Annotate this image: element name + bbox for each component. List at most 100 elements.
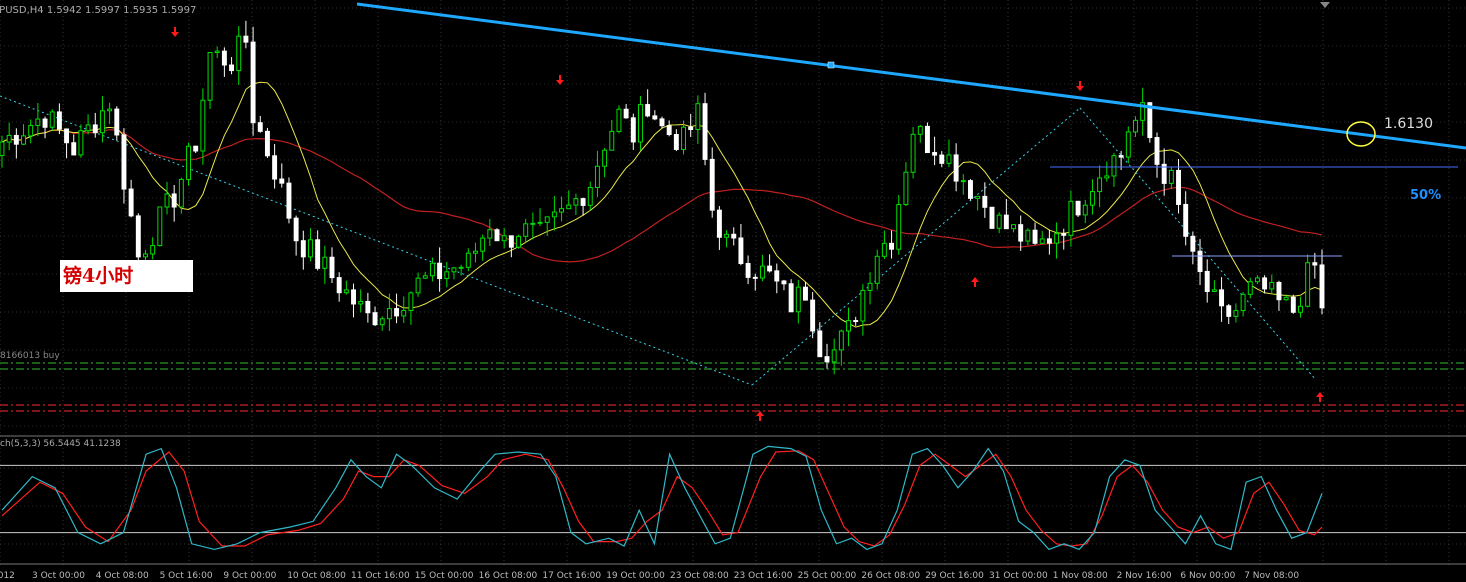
candle-body <box>99 110 105 134</box>
candle-body <box>214 50 220 54</box>
arrow-down-icon <box>171 27 179 37</box>
candle-body <box>501 235 507 242</box>
candle-body <box>523 223 529 237</box>
horizontal-levels <box>0 362 1466 412</box>
candle-body <box>917 125 923 135</box>
candle-body <box>200 99 206 152</box>
candle-body <box>982 195 988 208</box>
time-axis-label: 6 Nov 00:00 <box>1180 571 1235 581</box>
candle-body <box>795 286 801 313</box>
candle-body <box>386 308 392 320</box>
symbol-header: ·PUSD,H4 1.5942 1.5997 1.5935 1.5997 <box>0 5 196 16</box>
trend-channel-lines <box>0 95 1317 386</box>
candle-body <box>638 104 643 143</box>
candle-body <box>1298 305 1303 313</box>
channel-line[interactable] <box>751 107 1081 386</box>
candle-body <box>1290 296 1296 313</box>
candle-body <box>673 133 679 150</box>
candle-body <box>42 118 48 128</box>
candle-body <box>817 330 823 358</box>
resistance-trendline[interactable] <box>356 2 1466 150</box>
candle-body <box>666 125 672 135</box>
candle-body <box>1118 155 1124 158</box>
candle-body <box>1054 233 1060 244</box>
time-axis-label: 15 Oct 00:00 <box>415 571 474 581</box>
candle-body <box>745 262 751 278</box>
candle-body <box>193 145 199 152</box>
candle-body <box>487 229 493 239</box>
candle-body <box>322 256 328 269</box>
time-axis-label: 1 Nov 08:00 <box>1053 571 1108 581</box>
candle-body <box>236 35 242 72</box>
candle-body <box>71 142 77 156</box>
candle-body <box>64 128 70 144</box>
stochastic-main-line <box>1 445 1323 551</box>
candle-body <box>616 108 622 132</box>
candle-body <box>824 356 830 363</box>
channel-line[interactable] <box>1079 107 1317 381</box>
candle-body <box>645 104 651 117</box>
trendline-handle[interactable] <box>827 61 835 69</box>
candle-body <box>1312 262 1318 266</box>
candle-body <box>810 299 816 332</box>
candle-body <box>1039 238 1045 244</box>
candle-body <box>444 271 450 280</box>
candle-body <box>1125 131 1131 158</box>
candle-body <box>659 118 665 127</box>
candle-body <box>537 221 543 224</box>
trading-chart[interactable]: 2012 3 Oct 00:00 4 Oct 08:00 5 Oct 16:00 9 O… <box>0 0 1466 582</box>
candle-body <box>609 130 615 151</box>
candle-body <box>831 349 837 363</box>
candle-body <box>867 282 873 291</box>
candle-body <box>709 158 715 211</box>
candle-body <box>1104 175 1110 179</box>
time-axis-label: 4 Oct 08:00 <box>96 571 149 581</box>
candle-body <box>652 115 658 120</box>
candle-body <box>803 286 808 301</box>
candle-body <box>695 103 701 131</box>
candle-body <box>716 209 722 238</box>
candle-body <box>1068 200 1074 236</box>
candle-body <box>924 125 930 154</box>
candle-body <box>939 154 945 164</box>
candle-body <box>702 103 708 160</box>
candle-body <box>1133 119 1138 133</box>
time-axis: 2012 3 Oct 00:00 4 Oct 08:00 5 Oct 16:00 9 O… <box>0 571 1299 581</box>
candle-body <box>451 267 457 273</box>
candle-body <box>178 178 184 208</box>
candle-body <box>544 216 550 223</box>
candle-body <box>164 193 170 208</box>
candlestick-series <box>0 20 1325 375</box>
candle-body <box>351 289 356 305</box>
candle-body <box>358 300 364 305</box>
candle-body <box>1003 214 1009 230</box>
candle-body <box>681 126 686 150</box>
time-axis-label: 3 Oct 00:00 <box>32 571 85 581</box>
candle-body <box>458 266 464 269</box>
candle-body <box>28 124 34 137</box>
candle-body <box>781 280 787 285</box>
candle-body <box>1247 281 1253 295</box>
candle-body <box>408 292 414 311</box>
candle-body <box>724 233 730 238</box>
candle-body <box>1283 296 1289 301</box>
candle-body <box>171 193 177 208</box>
candle-body <box>731 233 737 239</box>
candle-body <box>881 242 887 257</box>
chart-shift-marker-icon[interactable] <box>1320 2 1330 8</box>
candle-body <box>1254 277 1260 283</box>
candle-body <box>738 237 744 264</box>
arrow-up-icon <box>971 277 979 287</box>
candle-body <box>910 133 916 173</box>
candle-body <box>953 154 959 182</box>
candle-body <box>13 134 19 145</box>
candle-body <box>480 237 486 252</box>
candle-body <box>594 165 600 188</box>
candle-body <box>329 256 335 279</box>
candle-body <box>121 134 127 190</box>
candle-body <box>293 217 299 242</box>
candle-body <box>207 52 213 101</box>
candle-body <box>78 130 84 156</box>
fractal-arrows <box>171 27 1324 421</box>
candle-body <box>1319 264 1325 309</box>
